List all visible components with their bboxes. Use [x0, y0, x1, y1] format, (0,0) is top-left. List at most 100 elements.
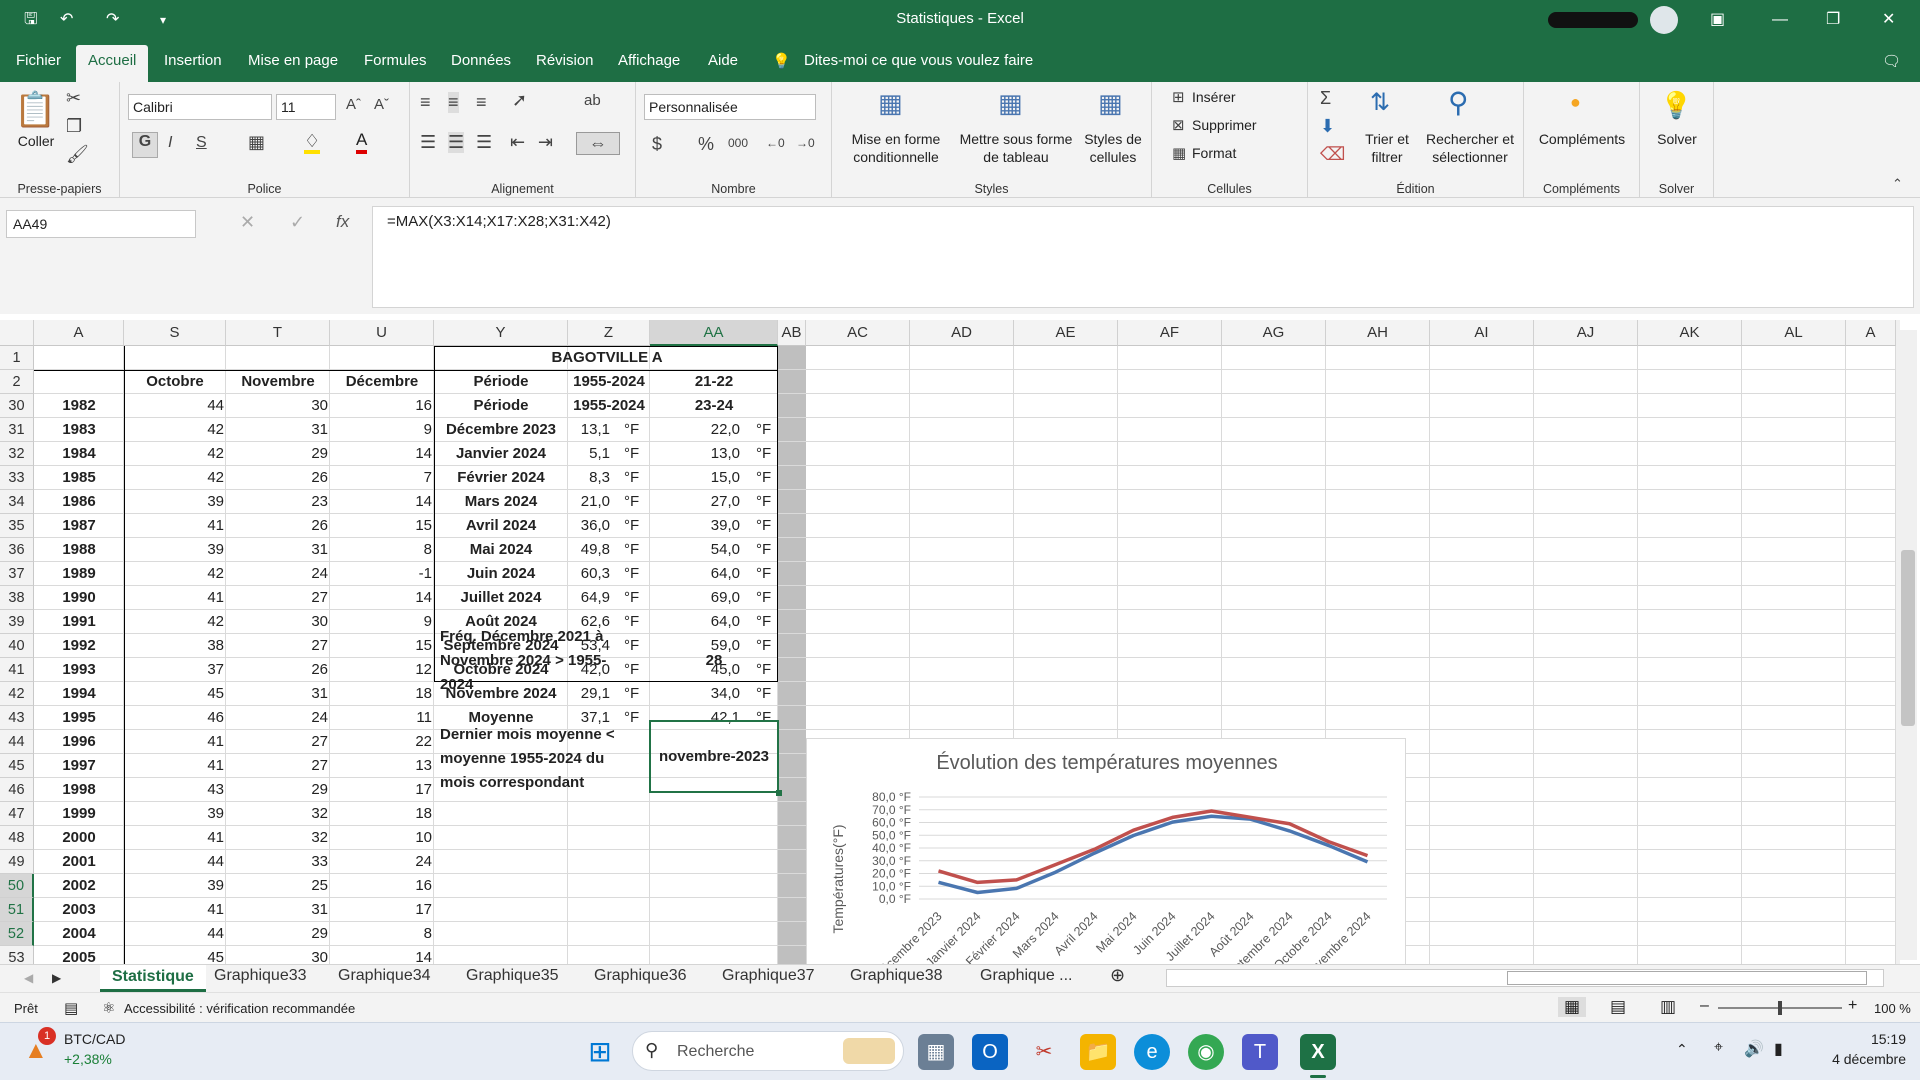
cell-z-31[interactable]: 13,1: [570, 418, 610, 442]
row-header[interactable]: 35: [0, 514, 34, 538]
macro-record-icon[interactable]: ▤: [64, 999, 78, 1017]
delete-cells-icon[interactable]: ⊠: [1172, 116, 1185, 134]
decrease-font-icon[interactable]: Aˇ: [374, 96, 389, 113]
cell-t-36[interactable]: 31: [228, 538, 328, 562]
row-header[interactable]: 47: [0, 802, 34, 826]
zoom-in-icon[interactable]: +: [1848, 997, 1857, 1015]
cell-s-44[interactable]: 41: [126, 730, 224, 754]
row-header[interactable]: 51: [0, 898, 34, 922]
autosum-icon[interactable]: Σ: [1320, 88, 1331, 109]
tab-affichage[interactable]: Affichage: [618, 52, 680, 69]
cell-a-48[interactable]: 2000: [36, 826, 122, 850]
cell-aa-42[interactable]: 34,0: [652, 682, 740, 706]
last-month-value-cell[interactable]: novembre-2023: [650, 745, 778, 769]
cell-z-38[interactable]: 64,9: [570, 586, 610, 610]
cell-u-47[interactable]: 18: [332, 802, 432, 826]
cell-t-47[interactable]: 32: [228, 802, 328, 826]
cell-s-46[interactable]: 43: [126, 778, 224, 802]
find-icon[interactable]: ⚲: [1448, 86, 1469, 119]
file-explorer-icon[interactable]: 📁: [1080, 1034, 1116, 1070]
cell-z-36[interactable]: 49,8: [570, 538, 610, 562]
cell-aa-38[interactable]: 69,0: [652, 586, 740, 610]
align-right-icon[interactable]: ☰: [476, 132, 492, 153]
excel-taskbar-icon[interactable]: X: [1300, 1034, 1336, 1070]
row-header[interactable]: 34: [0, 490, 34, 514]
cell-s-33[interactable]: 42: [126, 466, 224, 490]
cell-t-33[interactable]: 26: [228, 466, 328, 490]
column-header[interactable]: AD: [910, 320, 1014, 346]
tab-aide[interactable]: Aide: [708, 52, 738, 69]
cell-a-30[interactable]: 1982: [36, 394, 122, 418]
outlook-icon[interactable]: O: [972, 1034, 1008, 1070]
cell-u-43[interactable]: 11: [332, 706, 432, 730]
avatar[interactable]: [1650, 6, 1678, 34]
column-header[interactable]: AL: [1742, 320, 1846, 346]
cell-u-46[interactable]: 17: [332, 778, 432, 802]
cell-t-37[interactable]: 24: [228, 562, 328, 586]
accessibility-icon[interactable]: ⚛: [102, 999, 115, 1017]
cell-u-49[interactable]: 24: [332, 850, 432, 874]
cell-aa-30[interactable]: 23-24: [652, 394, 776, 418]
cell-u-36[interactable]: 8: [332, 538, 432, 562]
cell-t-2[interactable]: Novembre: [228, 370, 328, 394]
cell-t-51[interactable]: 31: [228, 898, 328, 922]
percent-icon[interactable]: %: [698, 134, 714, 155]
sheet-tab[interactable]: Graphique37: [722, 967, 815, 985]
zoom-level[interactable]: 100 %: [1874, 1001, 1911, 1016]
cell-aa-35[interactable]: 39,0: [652, 514, 740, 538]
cell-t-46[interactable]: 29: [228, 778, 328, 802]
column-header[interactable]: AF: [1118, 320, 1222, 346]
cell-a-34[interactable]: 1986: [36, 490, 122, 514]
insert-button[interactable]: Insérer: [1192, 88, 1236, 106]
orientation-icon[interactable]: ➚: [512, 90, 527, 111]
increase-indent-icon[interactable]: ⇥: [538, 132, 553, 153]
start-icon[interactable]: ⊞: [582, 1034, 618, 1070]
cell-u-53[interactable]: 14: [332, 946, 432, 965]
row-header[interactable]: 2: [0, 370, 34, 394]
cell-s-30[interactable]: 44: [126, 394, 224, 418]
column-header[interactable]: A: [34, 320, 124, 346]
column-header[interactable]: Z: [568, 320, 650, 346]
increase-font-icon[interactable]: Aˆ: [346, 96, 361, 113]
temperature-chart[interactable]: Évolution des températures moyennes Temp…: [806, 738, 1406, 965]
volume-icon[interactable]: 🔊: [1744, 1039, 1764, 1059]
cell-s-31[interactable]: 42: [126, 418, 224, 442]
row-header[interactable]: 32: [0, 442, 34, 466]
row-header[interactable]: 52: [0, 922, 34, 946]
tell-me-search[interactable]: Dites-moi ce que vous voulez faire: [804, 52, 1033, 69]
zoom-slider[interactable]: [1718, 1001, 1842, 1015]
cell-z-30[interactable]: 1955-2024: [570, 394, 648, 418]
cell-s-42[interactable]: 45: [126, 682, 224, 706]
fill-handle[interactable]: [776, 790, 782, 796]
cell-u-2[interactable]: Décembre: [332, 370, 432, 394]
sheet-tab[interactable]: Graphique33: [214, 967, 307, 985]
row-header[interactable]: 31: [0, 418, 34, 442]
cell-s-32[interactable]: 42: [126, 442, 224, 466]
cell-u-40[interactable]: 15: [332, 634, 432, 658]
cell-a-39[interactable]: 1991: [36, 610, 122, 634]
cell-aa-32[interactable]: 13,0: [652, 442, 740, 466]
cell-a-52[interactable]: 2004: [36, 922, 122, 946]
cell-a-36[interactable]: 1988: [36, 538, 122, 562]
snipping-tool-icon[interactable]: ✂: [1026, 1034, 1062, 1070]
cell-u-45[interactable]: 13: [332, 754, 432, 778]
name-box[interactable]: AA49: [6, 210, 196, 238]
cell-a-47[interactable]: 1999: [36, 802, 122, 826]
sort-filter-button[interactable]: Trier et filtrer: [1356, 130, 1418, 166]
cell-s-52[interactable]: 44: [126, 922, 224, 946]
battery-icon[interactable]: ▮: [1774, 1039, 1783, 1059]
cell-a-33[interactable]: 1985: [36, 466, 122, 490]
cell-s-48[interactable]: 41: [126, 826, 224, 850]
cell-aa-31[interactable]: 22,0: [652, 418, 740, 442]
last-month-label-1[interactable]: Dernier mois moyenne <: [440, 723, 640, 747]
fill-color-icon[interactable]: ♢: [304, 132, 321, 154]
cell-y-33[interactable]: Février 2024: [436, 466, 566, 490]
wifi-icon[interactable]: ⌖: [1714, 1039, 1723, 1057]
cell-s-38[interactable]: 41: [126, 586, 224, 610]
format-button[interactable]: Format: [1192, 144, 1236, 162]
increase-decimal-icon[interactable]: ←0: [766, 136, 785, 150]
find-select-button[interactable]: Rechercher et sélectionner: [1418, 130, 1522, 166]
cell-t-45[interactable]: 27: [228, 754, 328, 778]
cell-s-49[interactable]: 44: [126, 850, 224, 874]
cell-z-37[interactable]: 60,3: [570, 562, 610, 586]
